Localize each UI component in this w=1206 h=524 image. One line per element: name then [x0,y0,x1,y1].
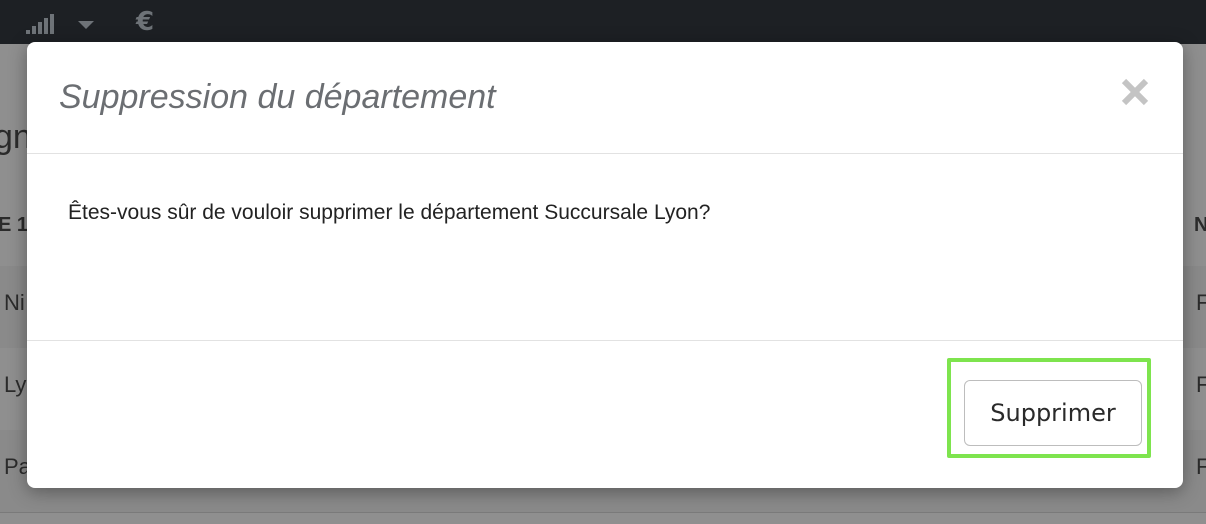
modal-header: Suppression du département [27,42,1183,154]
delete-button[interactable]: Supprimer [964,380,1142,446]
caret-down-icon[interactable] [76,19,96,31]
table-cell-left: Ly [4,372,27,397]
table-header-right: N [1194,214,1206,236]
table-cell-left: Ni [4,290,25,315]
close-icon[interactable] [1119,76,1151,108]
delete-department-modal: Suppression du département Êtes-vous sûr… [27,42,1183,488]
top-navbar: € [0,0,1206,44]
table-cell-right: F [1196,290,1206,315]
table-header-left: E 1 [0,214,29,236]
modal-body: Êtes-vous sûr de vouloir supprimer le dé… [27,154,1183,341]
table-cell-right: F [1196,454,1206,479]
modal-footer: Supprimer [27,341,1183,488]
signal-bars-icon[interactable] [26,12,56,34]
modal-title: Suppression du département [59,78,496,116]
confirmation-message: Êtes-vous sûr de vouloir supprimer le dé… [68,201,711,224]
table-cell-right: F [1196,372,1206,397]
euro-icon[interactable]: € [136,6,154,38]
